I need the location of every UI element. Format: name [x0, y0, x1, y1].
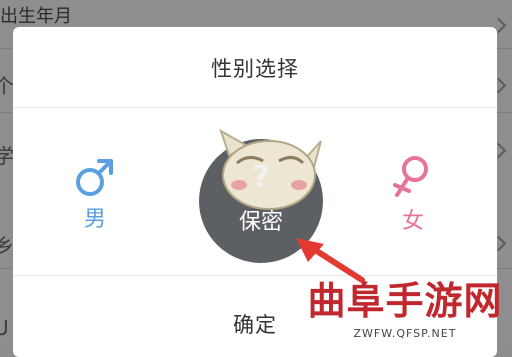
- dialog-divider: [13, 107, 497, 108]
- question-mark-icon: ?: [252, 160, 270, 195]
- background-stub-label: U: [0, 316, 9, 340]
- male-label: 男: [83, 207, 106, 232]
- background-stub-label: 乡: [0, 234, 14, 258]
- female-label: 女: [401, 209, 424, 234]
- watermark-logo-text: 曲阜手游网: [307, 278, 503, 323]
- male-symbol-icon: [76, 159, 113, 196]
- gender-option-female[interactable]: 女: [391, 153, 435, 235]
- dialog-divider: [13, 275, 497, 276]
- background-stub-label: 学: [0, 144, 14, 168]
- female-symbol-icon: [393, 156, 428, 197]
- confirm-button-label: 确定: [233, 313, 277, 337]
- background-stub-label: 个: [0, 74, 14, 98]
- watermark-url: ZWFW.QFSP.NET: [353, 327, 457, 340]
- background-row-label: 出生年月: [0, 6, 72, 27]
- gender-option-male[interactable]: 男: [73, 155, 117, 233]
- dialog-title: 性别选择: [211, 57, 299, 81]
